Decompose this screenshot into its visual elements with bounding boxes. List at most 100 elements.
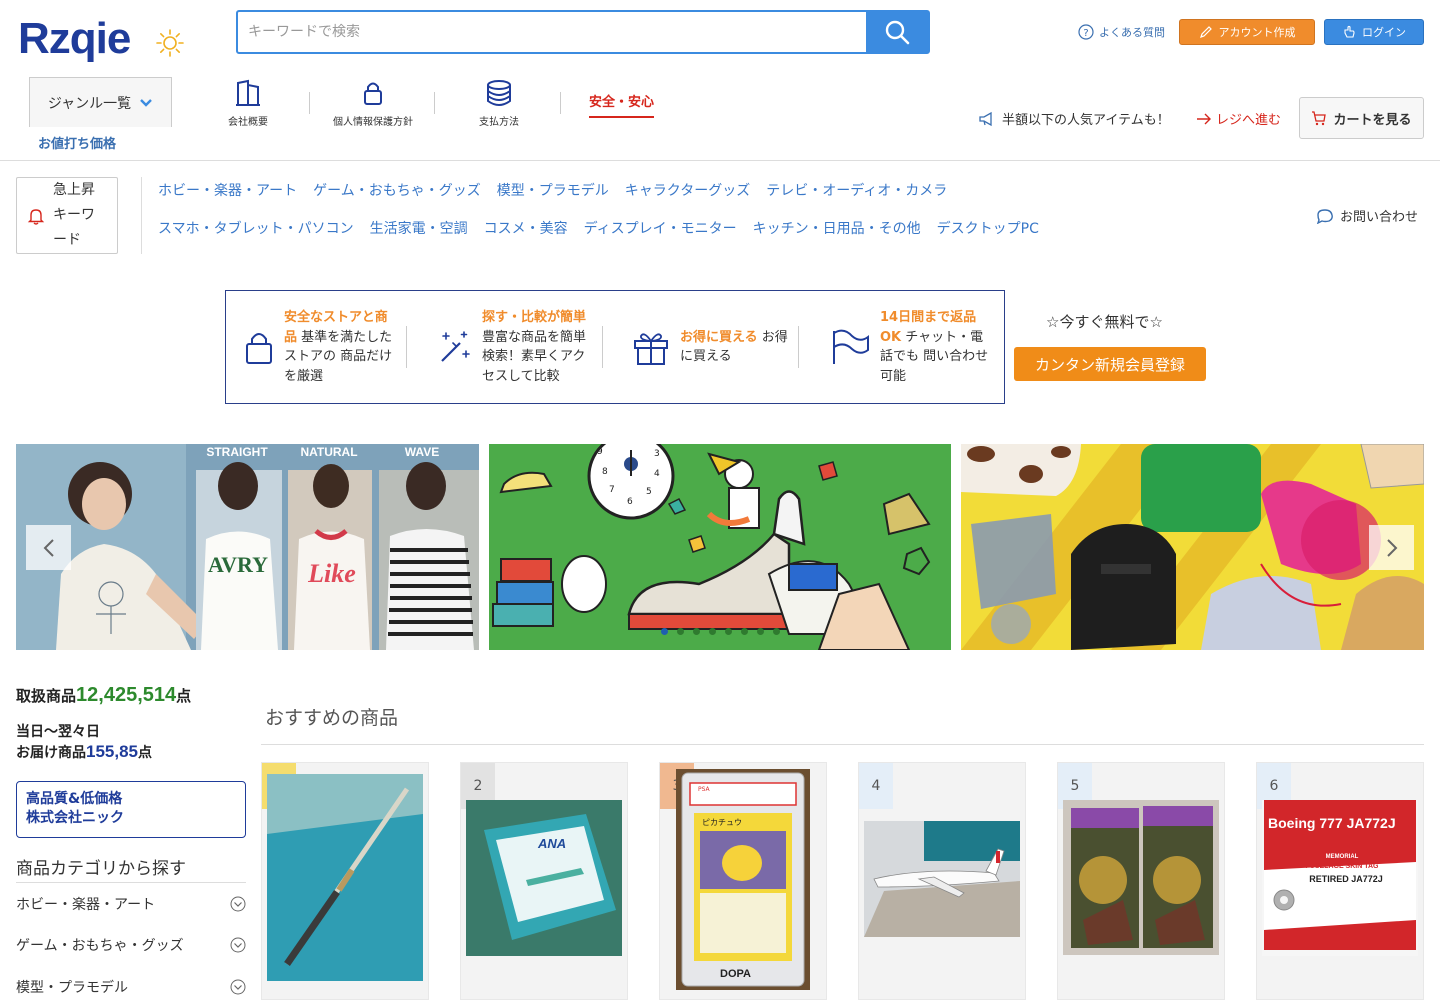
model-plane-photo [864, 821, 1020, 937]
ana-model-box-photo: ANA [466, 800, 622, 956]
carousel-dot-active[interactable] [661, 628, 668, 635]
product-brand-label: ANA [537, 836, 566, 851]
carousel-next-button[interactable] [1369, 525, 1414, 570]
product-image[interactable] [1063, 800, 1219, 955]
carousel-dot[interactable] [693, 628, 700, 635]
tag-line: MEMORIAL [1326, 854, 1359, 860]
svg-text:6: 6 [627, 497, 633, 507]
search-input[interactable] [238, 12, 868, 52]
sidebar-category-label: 模型・プラモデル [16, 979, 128, 996]
product-card[interactable]: 4 [858, 762, 1026, 1000]
create-account-button[interactable]: アカウント作成 [1179, 19, 1315, 45]
tab-discount-price[interactable]: お値打ち価格 [38, 133, 116, 152]
help-circle-icon: ? [1078, 24, 1094, 40]
recommended-heading: おすすめの商品 [265, 707, 399, 729]
search-button[interactable] [866, 12, 928, 52]
tag-line: FUSELAGE SKIN TAG [1306, 863, 1380, 870]
chevron-circle-down-icon[interactable] [230, 979, 246, 995]
carousel-dot[interactable] [773, 628, 780, 635]
category-link[interactable]: ホビー・楽器・アート [158, 180, 297, 200]
feature-text: 探す・比較が簡単 豊富な商品を簡単検索！素早くアクセスして比較 [482, 308, 590, 386]
banner-bags[interactable] [961, 444, 1424, 650]
product-card[interactable]: 1 [261, 762, 429, 1000]
go-to-register-link[interactable]: レジへ進む [1196, 109, 1281, 128]
items-count: 取扱商品12,425,514点 [16, 684, 191, 707]
chevron-circle-down-icon[interactable] [230, 937, 246, 953]
header-divider [0, 160, 1440, 161]
nav-safety[interactable]: 安全・安心 [589, 91, 655, 118]
genre-dropdown[interactable]: ジャンル一覧 [29, 77, 172, 127]
faq-link[interactable]: ? よくある質問 [1078, 24, 1165, 40]
genre-label: ジャンル一覧 [47, 95, 132, 112]
category-link[interactable]: キャラクターグッズ [625, 180, 750, 200]
product-card[interactable]: 3 PSA ピカチュウ DOPA [659, 762, 827, 1000]
product-image[interactable]: ANA [466, 800, 622, 956]
site-logo[interactable]: Rzqie [18, 14, 131, 64]
product-card[interactable]: 5 [1057, 762, 1225, 1000]
rising-keywords-button[interactable]: 急上昇キーワード [16, 177, 118, 254]
sidebar-category-item[interactable]: ホビー・楽器・アート [16, 883, 246, 924]
category-link[interactable]: 模型・プラモデル [497, 180, 609, 200]
hand-pointer-icon [1344, 25, 1355, 38]
feature-text: お得に買える お得に買える [680, 328, 790, 367]
svg-text:5: 5 [646, 487, 652, 497]
search-icon [885, 20, 910, 45]
banner-label: NATURAL [300, 445, 357, 459]
banner-fashion[interactable]: STRAIGHT NATURAL WAVE AVRY Like [16, 444, 479, 650]
banner-label: STRAIGHT [206, 445, 268, 459]
half-price-label: 半額以下の人気アイテムも！ [1002, 113, 1170, 128]
nav-privacy[interactable]: 個人情報保護方針 [318, 79, 428, 128]
feature-good-deals: お得に買える お得に買える [632, 291, 792, 403]
building-icon [236, 79, 260, 106]
half-price-notice[interactable]: 半額以下の人気アイテムも！ [978, 109, 1170, 128]
contact-link[interactable]: お問い合わせ [1316, 206, 1418, 225]
sidebar-category-item[interactable]: ゲーム・おもちゃ・グッズ [16, 924, 246, 965]
product-image[interactable]: Boeing 777 JA772J MEMORIAL FUSELAGE SKIN… [1262, 800, 1418, 956]
login-button[interactable]: ログイン [1324, 19, 1424, 45]
feature-safe-store: 安全なストアと商品 基準を満たしたストアの 商品だけを厳選 [244, 291, 400, 403]
category-link[interactable]: キッチン・日用品・その他 [753, 218, 921, 238]
carousel-prev-button[interactable] [26, 525, 71, 570]
items-count-label: 取扱商品 [16, 687, 77, 705]
nav-divider [309, 92, 310, 114]
category-link[interactable]: スマホ・タブレット・パソコン [158, 218, 354, 238]
carousel-dot[interactable] [677, 628, 684, 635]
sidebar-category-item[interactable]: 模型・プラモデル [16, 966, 246, 1007]
svg-text:9: 9 [597, 447, 603, 457]
company-tagline: 高品質&低価格 [26, 791, 123, 807]
product-image[interactable] [864, 821, 1020, 937]
feature-highlight: お得に買える [680, 329, 758, 345]
banner-bags-art [961, 444, 1424, 650]
view-cart-button[interactable]: カートを見る [1299, 97, 1424, 139]
product-image[interactable]: PSA ピカチュウ DOPA [676, 769, 810, 990]
nav-payment[interactable]: 支払方法 [444, 79, 554, 128]
tag-line: RETIRED JA772J [1309, 874, 1383, 884]
slab-brand: DOPA [720, 968, 751, 980]
category-link[interactable]: デスクトップPC [937, 218, 1039, 238]
category-link[interactable]: 生活家電・空調 [370, 218, 468, 238]
nav-company[interactable]: 会社概要 [193, 79, 303, 128]
category-link[interactable]: コスメ・美容 [484, 218, 568, 238]
category-link[interactable]: テレビ・オーディオ・カメラ [766, 180, 947, 200]
nav-divider [434, 92, 435, 114]
carousel-dot[interactable] [741, 628, 748, 635]
category-link[interactable]: ディスプレイ・モニター [584, 218, 737, 238]
product-card[interactable]: 2 ANA [460, 762, 628, 1000]
feature-text: 安全なストアと商品 基準を満たしたストアの 商品だけを厳選 [284, 308, 394, 386]
company-banner[interactable]: 高品質&低価格 株式会社ニック [16, 781, 246, 838]
product-card[interactable]: 6 Boeing 777 JA772J MEMORIAL FUSELAGE SK… [1256, 762, 1424, 1000]
signup-button[interactable]: カンタン新規会員登録 [1014, 347, 1206, 381]
carousel-dot[interactable] [709, 628, 716, 635]
carousel-dot[interactable] [757, 628, 764, 635]
flag-icon [833, 329, 869, 364]
company-name: 株式会社ニック [26, 810, 124, 826]
category-link[interactable]: ゲーム・おもちゃ・グッズ [313, 180, 481, 200]
browse-categories-heading: 商品カテゴリから探す [16, 859, 186, 879]
tag-title: Boeing 777 JA772J [1268, 815, 1396, 831]
magic-wand-icon [441, 331, 470, 362]
chevron-circle-down-icon[interactable] [230, 896, 246, 912]
product-image[interactable] [267, 774, 423, 981]
free-signup-tagline: ☆今すぐ無料で☆ [1046, 313, 1163, 331]
banner-illustration[interactable]: 9 87 6 54 3 [489, 444, 951, 650]
carousel-dot[interactable] [725, 628, 732, 635]
